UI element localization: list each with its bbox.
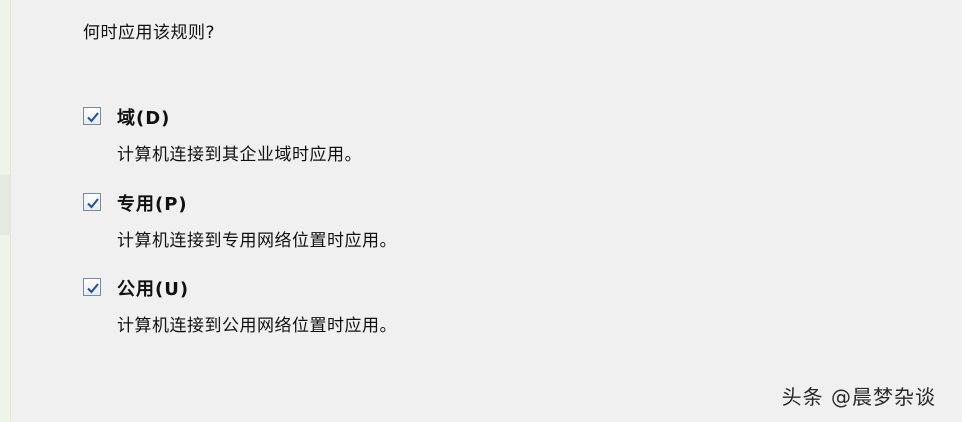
option-private[interactable]: 专用(P) 计算机连接到专用网络位置时应用。: [83, 190, 583, 251]
domain-checkbox[interactable]: [83, 107, 101, 125]
domain-label[interactable]: 域(D): [117, 104, 170, 130]
question-heading: 何时应用该规则?: [83, 23, 216, 43]
private-checkbox[interactable]: [83, 193, 101, 211]
private-description: 计算机连接到专用网络位置时应用。: [117, 231, 397, 251]
checkmark-icon: [87, 283, 99, 294]
left-edge-notch: [0, 175, 10, 235]
watermark-text: 头条 @晨梦杂谈: [781, 385, 936, 409]
private-label[interactable]: 专用(P): [117, 190, 188, 216]
public-description: 计算机连接到公用网络位置时应用。: [117, 316, 397, 336]
rule-profile-panel: 何时应用该规则? 域(D) 计算机连接到其企业域时应用。 专用(P) 计算机连接…: [0, 0, 962, 422]
public-label[interactable]: 公用(U): [117, 275, 189, 301]
left-edge-strip: [0, 0, 11, 422]
domain-description: 计算机连接到其企业域时应用。: [117, 145, 362, 165]
public-checkbox[interactable]: [83, 278, 101, 296]
option-public[interactable]: 公用(U) 计算机连接到公用网络位置时应用。: [83, 275, 583, 336]
option-domain[interactable]: 域(D) 计算机连接到其企业域时应用。: [83, 104, 583, 165]
checkmark-icon: [87, 198, 99, 209]
checkmark-icon: [87, 112, 99, 123]
